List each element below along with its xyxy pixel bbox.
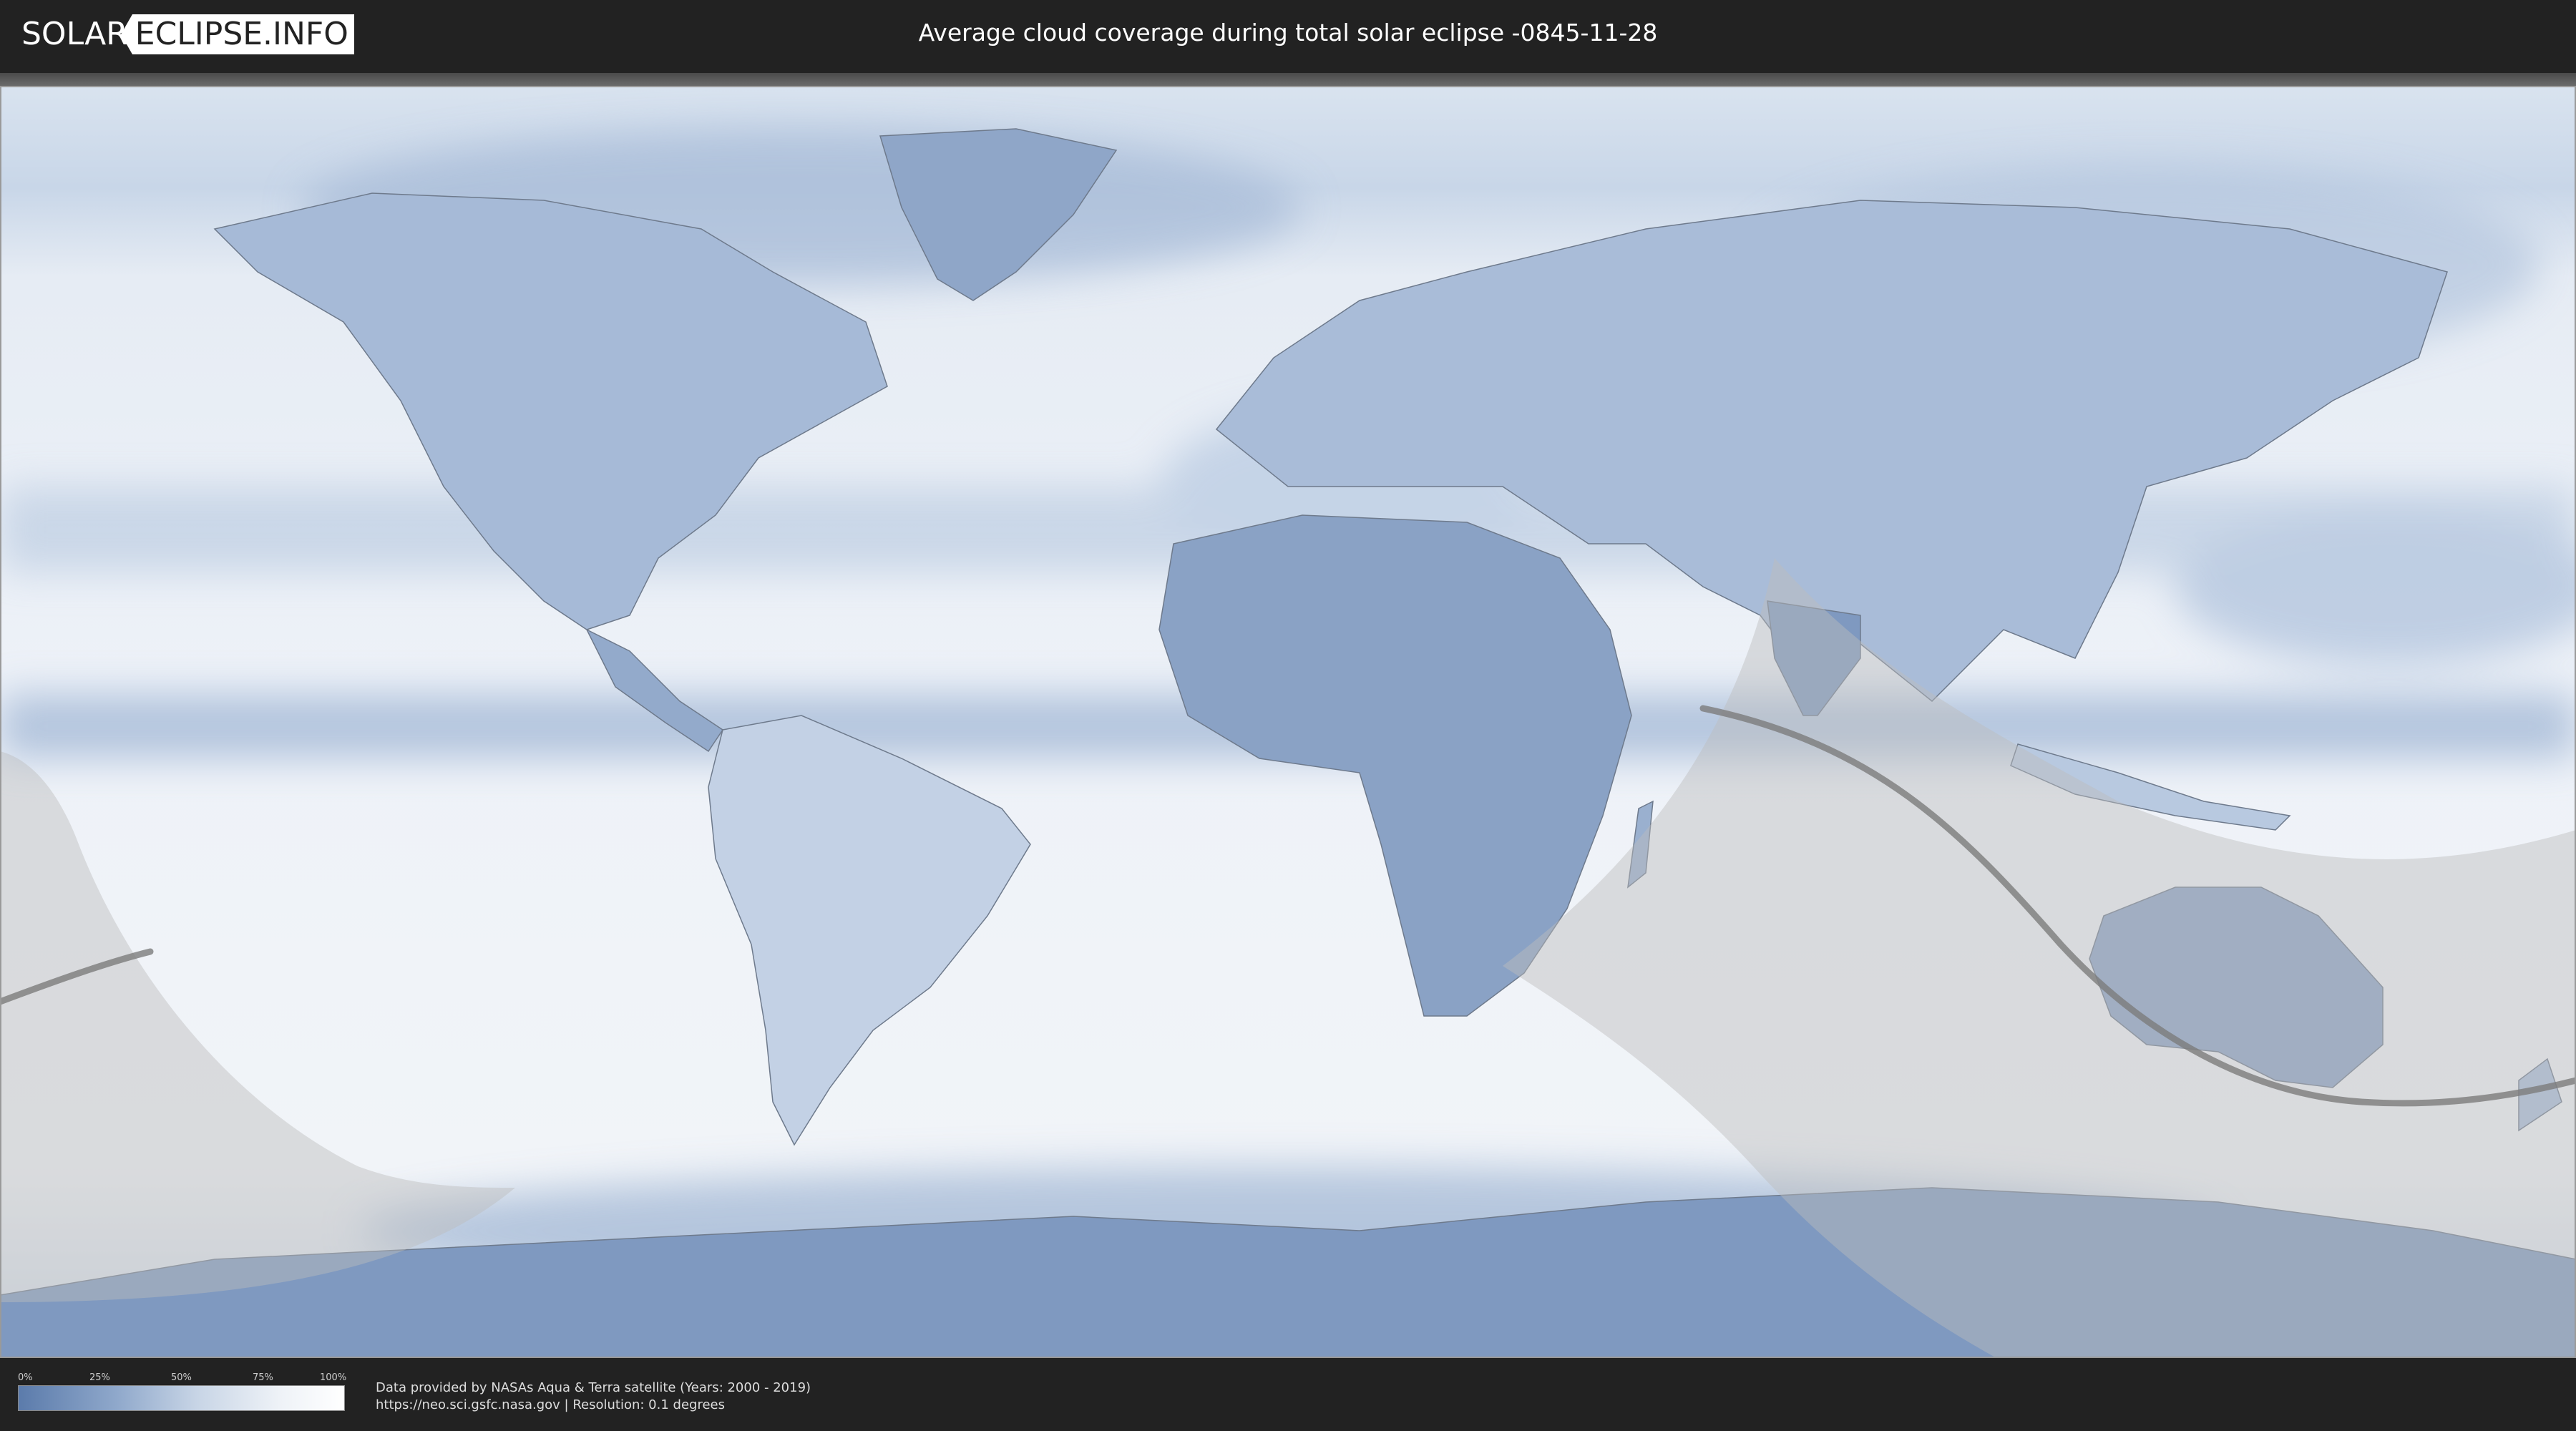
credit-line-2: https://neo.sci.gsfc.nasa.gov | Resoluti… xyxy=(376,1397,725,1412)
cloud-coverage-legend: 0% 25% 50% 75% 100% xyxy=(18,1372,347,1411)
legend-tick-25: 25% xyxy=(89,1372,110,1383)
map-svg xyxy=(0,86,2576,1358)
page-title: Average cloud coverage during total sola… xyxy=(918,19,1658,47)
data-credits: Data provided by NASAs Aqua & Terra sate… xyxy=(376,1379,811,1414)
header-divider xyxy=(0,73,2576,86)
legend-tick-0: 0% xyxy=(18,1372,33,1383)
page: SOLAR ECLIPSE.INFO Average cloud coverag… xyxy=(0,0,2576,1431)
legend-ticks: 0% 25% 50% 75% 100% xyxy=(18,1372,347,1385)
cloud-coverage-map[interactable] xyxy=(0,86,2576,1358)
legend-color-bar xyxy=(18,1385,345,1411)
footer: 0% 25% 50% 75% 100% Data provided by NAS… xyxy=(0,1358,2576,1431)
header: SOLAR ECLIPSE.INFO Average cloud coverag… xyxy=(0,0,2576,73)
credit-line-1: Data provided by NASAs Aqua & Terra sate… xyxy=(376,1380,811,1395)
legend-tick-50: 50% xyxy=(171,1372,192,1383)
legend-tick-100: 100% xyxy=(320,1372,347,1383)
legend-tick-75: 75% xyxy=(253,1372,273,1383)
